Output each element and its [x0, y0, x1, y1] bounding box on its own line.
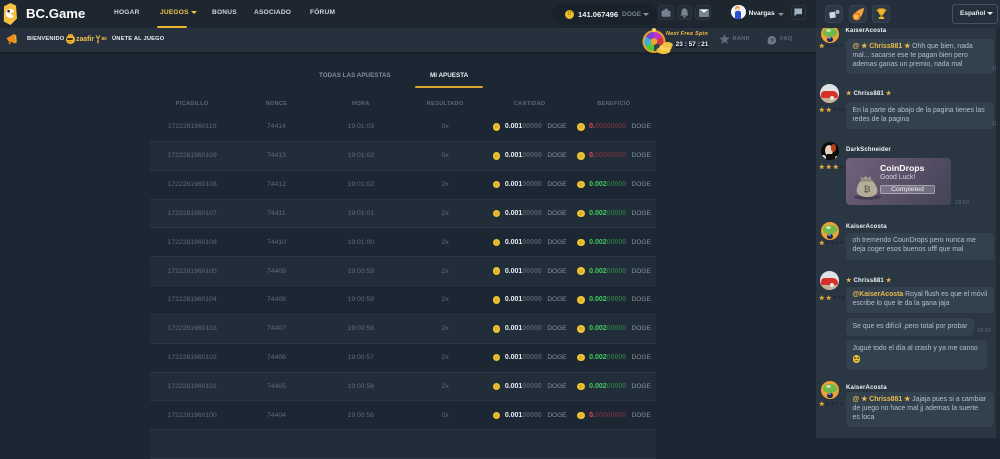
svg-text:₿: ₿ — [863, 184, 870, 194]
svg-text:?: ? — [770, 38, 774, 44]
